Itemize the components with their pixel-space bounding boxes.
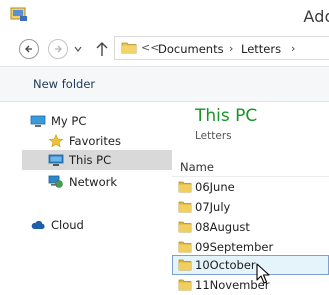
forward-button[interactable] [48, 39, 68, 59]
content-heading: This PC [195, 106, 258, 126]
breadcrumb-documents[interactable]: Documents [158, 42, 224, 56]
window-app-icon [10, 7, 27, 21]
recent-locations-chevron-icon[interactable] [73, 43, 83, 55]
sidebar-item-my-pc[interactable]: My PC [30, 111, 86, 131]
sidebar-item-label: This PC [69, 153, 112, 167]
content-subheading: Letters [195, 130, 232, 142]
folder-icon [178, 259, 192, 271]
folder-icon [178, 201, 192, 213]
folder-name: 10October [195, 258, 256, 272]
sidebar-item-this-pc[interactable]: This PC [48, 150, 111, 170]
cloud-icon [30, 218, 46, 232]
title-bar: Add [0, 0, 329, 34]
folder-icon [178, 181, 192, 193]
new-folder-button[interactable]: New folder [33, 77, 95, 91]
star-icon [48, 134, 64, 148]
sidebar-item-label: Cloud [51, 218, 84, 232]
back-button[interactable] [19, 39, 39, 59]
folder-row-08august[interactable]: 08August [172, 217, 329, 237]
folder-name: 09September [195, 240, 274, 254]
sidebar-item-label: Network [69, 175, 118, 189]
column-header-name[interactable]: Name [180, 160, 214, 174]
folder-icon [121, 42, 137, 54]
folder-icon [178, 221, 192, 233]
folder-row-07july[interactable]: 07July [172, 197, 329, 217]
folder-name: 07July [195, 200, 231, 214]
folder-icon [178, 241, 192, 253]
folder-name: 08August [195, 220, 250, 234]
breadcrumb-separator-icon[interactable]: › [291, 42, 295, 55]
folder-row-10october[interactable]: 10October [172, 255, 329, 275]
address-bar[interactable]: << Documents › Letters › [114, 36, 329, 60]
folder-row-09september[interactable]: 09September [172, 237, 329, 257]
sidebar-item-network[interactable]: Network [48, 172, 117, 192]
arrow-right-icon [55, 45, 62, 53]
folder-icon [178, 279, 192, 291]
arrow-left-icon [25, 45, 32, 53]
sidebar-item-label: Favorites [69, 134, 121, 148]
folder-name: 06June [195, 180, 235, 194]
network-icon [48, 175, 64, 189]
mouse-pointer-icon [256, 263, 270, 284]
folder-row-06june[interactable]: 06June [172, 177, 329, 197]
breadcrumb-letters[interactable]: Letters [241, 42, 281, 56]
up-arrow-icon[interactable] [95, 40, 109, 58]
folder-row-11november[interactable]: 11November [172, 275, 329, 295]
breadcrumb-separator-icon[interactable]: › [229, 42, 233, 55]
computer-icon [48, 153, 64, 167]
sidebar-item-cloud[interactable]: Cloud [30, 215, 84, 235]
breadcrumb-overflow[interactable]: << [141, 41, 159, 54]
sidebar-item-favorites[interactable]: Favorites [48, 131, 121, 151]
command-toolbar: New folder [0, 67, 329, 102]
window-title: Add [303, 7, 329, 26]
sidebar-item-label: My PC [51, 114, 87, 128]
computer-icon [30, 114, 46, 128]
